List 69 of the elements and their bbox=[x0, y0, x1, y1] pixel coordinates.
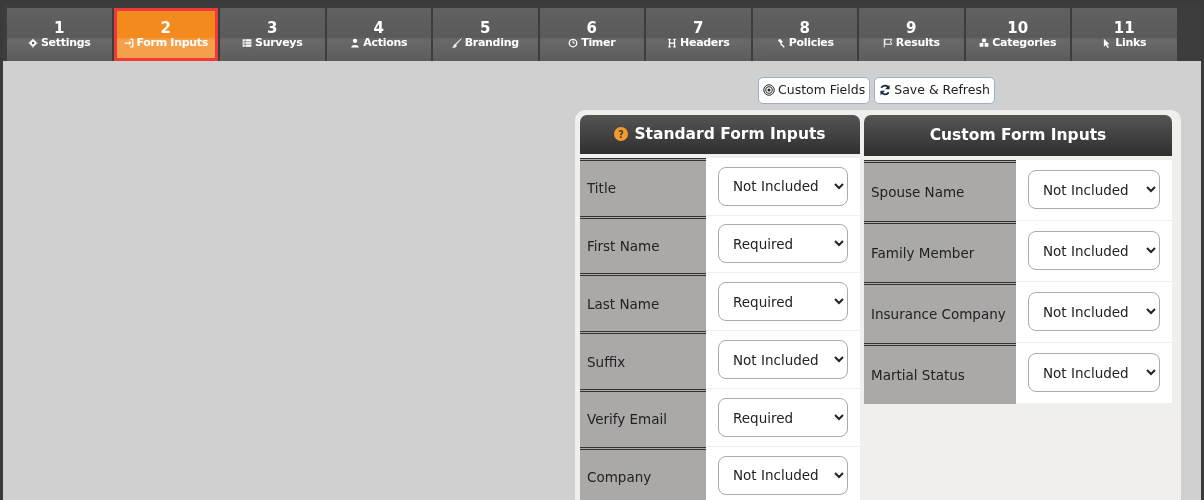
dropdown[interactable]: Not Included bbox=[1028, 353, 1160, 393]
person-icon bbox=[350, 37, 361, 48]
tab-label: Results bbox=[895, 36, 940, 49]
tab-number: 4 bbox=[373, 20, 384, 37]
tab[interactable]: 11 Links bbox=[1072, 8, 1177, 61]
brush-icon bbox=[451, 37, 462, 48]
tab-number: 6 bbox=[586, 20, 597, 37]
tab-label: Policies bbox=[788, 36, 834, 49]
tab[interactable]: 6 Timer bbox=[539, 8, 644, 61]
refresh-icon bbox=[879, 84, 892, 97]
tab[interactable]: 5 Branding bbox=[433, 8, 538, 61]
tab-label: Links bbox=[1115, 36, 1147, 49]
dropdown[interactable]: Required bbox=[718, 398, 848, 437]
field-label: Last Name bbox=[580, 273, 706, 332]
flag-icon bbox=[882, 37, 893, 48]
tab-label: Settings bbox=[41, 36, 91, 49]
field-label: Company bbox=[580, 446, 706, 500]
tab-label: Actions bbox=[363, 36, 408, 49]
target-icon bbox=[763, 84, 775, 97]
tab[interactable]: 10 Categories bbox=[965, 8, 1070, 61]
tab-label: Headers bbox=[680, 36, 730, 49]
arrow-into-door-icon bbox=[123, 37, 134, 48]
dropdown[interactable]: Not Included bbox=[718, 340, 848, 380]
dropdown[interactable]: Not Included bbox=[1028, 231, 1160, 271]
dropdown[interactable]: Not Included bbox=[718, 455, 848, 495]
field-label: Spouse Name bbox=[864, 159, 1016, 221]
cubes-icon bbox=[979, 37, 990, 48]
clock-icon bbox=[568, 37, 579, 48]
field-label: Insurance Company bbox=[864, 281, 1016, 343]
tab-label: Branding bbox=[464, 36, 519, 49]
tab-label: Surveys bbox=[255, 36, 303, 49]
tab[interactable]: 9 Results bbox=[859, 8, 964, 61]
field-label: First Name bbox=[580, 215, 706, 274]
section-heading: Standard Form Inputs bbox=[634, 123, 826, 145]
gear-icon bbox=[28, 37, 38, 48]
dropdown[interactable]: Not Included bbox=[718, 166, 848, 206]
tab[interactable]: 7 Headers bbox=[646, 8, 751, 61]
tab-number: 10 bbox=[1007, 20, 1029, 37]
dropdown[interactable]: Required bbox=[718, 282, 848, 322]
dropdown[interactable]: Not Included bbox=[1028, 292, 1160, 332]
tab-number: 11 bbox=[1113, 20, 1135, 37]
list-icon bbox=[242, 37, 253, 48]
tab-label: Form Inputs bbox=[136, 36, 208, 49]
letter-h-icon bbox=[667, 37, 678, 48]
toolbar-button[interactable]: Save & Refresh bbox=[874, 77, 995, 104]
dropdown[interactable]: Required bbox=[718, 224, 848, 264]
field-label: Verify Email bbox=[580, 389, 706, 447]
tab-number: 9 bbox=[906, 20, 917, 37]
tab[interactable]: 1 Settings bbox=[7, 8, 112, 61]
dropdown[interactable]: Not Included bbox=[1028, 170, 1160, 210]
toolbar-button[interactable]: Custom Fields bbox=[758, 77, 871, 104]
tab-number: 8 bbox=[799, 20, 810, 37]
gavel-icon bbox=[775, 37, 786, 48]
tab-number: 5 bbox=[480, 20, 491, 37]
tab[interactable]: 3 Surveys bbox=[220, 8, 325, 61]
help-icon[interactable]: ? bbox=[614, 127, 629, 142]
tab[interactable]: 4 Actions bbox=[326, 8, 431, 61]
field-label: Martial Status bbox=[864, 342, 1016, 404]
tab-label: Timer bbox=[581, 36, 616, 49]
field-label: Title bbox=[580, 157, 706, 216]
tab[interactable]: 8 Policies bbox=[752, 8, 857, 61]
field-label: Family Member bbox=[864, 220, 1016, 282]
tab-label: Categories bbox=[992, 36, 1057, 49]
tab-number: 1 bbox=[54, 20, 65, 37]
tab-number: 7 bbox=[693, 20, 704, 37]
tab-number: 2 bbox=[160, 20, 171, 37]
section-heading: Custom Form Inputs bbox=[929, 124, 1107, 146]
field-label: Suffix bbox=[580, 331, 706, 390]
tab-number: 3 bbox=[267, 20, 278, 37]
